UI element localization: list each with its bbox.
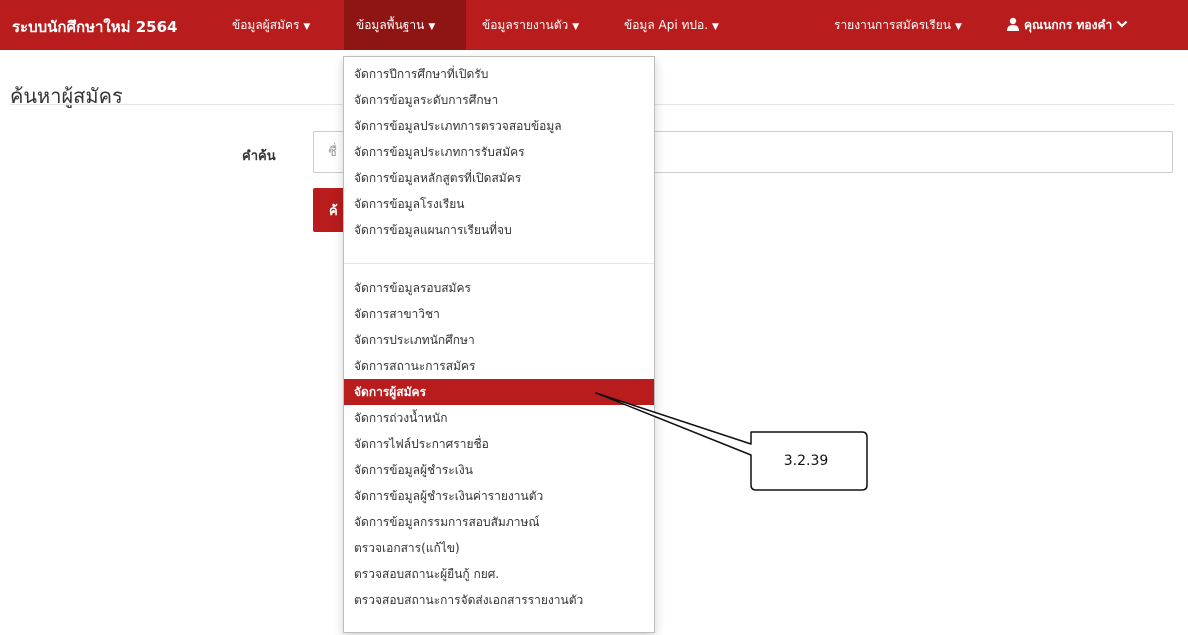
menu-item-payers[interactable]: จัดการข้อมูลผู้ชำระเงิน <box>344 457 654 483</box>
nav-user-menu[interactable]: คุณนกกร ทองคำ <box>1000 0 1134 50</box>
menu-item-manage-applicants[interactable]: จัดการผู้สมัคร <box>344 379 654 405</box>
nav-enrollment-report-label: รายงานการสมัครเรียน <box>834 18 951 32</box>
menu-item-announcement-files[interactable]: จัดการไฟล์ประกาศรายชื่อ <box>344 431 654 457</box>
caret-down-icon: ▼ <box>954 22 962 32</box>
menu-item-student-types[interactable]: จัดการประเภทนักศึกษา <box>344 327 654 353</box>
top-navbar: ระบบนักศึกษาใหม่ 2564 ข้อมูลผู้สมัคร ▼ ข้… <box>0 0 1188 50</box>
menu-item-application-rounds[interactable]: จัดการข้อมูลรอบสมัคร <box>344 275 654 301</box>
menu-item-education-level[interactable]: จัดการข้อมูลระดับการศึกษา <box>344 87 654 113</box>
nav-applicant-info[interactable]: ข้อมูลผู้สมัคร ▼ <box>222 0 320 50</box>
user-icon <box>1007 17 1019 31</box>
nav-api-info[interactable]: ข้อมูล Api ทปอ. ▼ <box>616 0 727 50</box>
menu-item-application-status[interactable]: จัดการสถานะการสมัคร <box>344 353 654 379</box>
menu-item-check-documents[interactable]: ตรวจเอกสาร(แก้ไข) <box>344 535 654 561</box>
nav-enrollment-report[interactable]: รายงานการสมัครเรียน ▼ <box>826 0 970 50</box>
brand-title[interactable]: ระบบนักศึกษาใหม่ 2564 <box>12 15 177 39</box>
menu-item-weighting[interactable]: จัดการถ่วงน้ำหนัก <box>344 405 654 431</box>
menu-item-admission-type[interactable]: จัดการข้อมูลประเภทการรับสมัคร <box>344 139 654 165</box>
menu-item-academic-year[interactable]: จัดการปีการศึกษาที่เปิดรับ <box>344 61 654 87</box>
nav-applicant-info-label: ข้อมูลผู้สมัคร <box>232 18 300 32</box>
caret-down-icon: ▼ <box>712 22 719 32</box>
menu-item-schools[interactable]: จัดการข้อมูลโรงเรียน <box>344 191 654 217</box>
menu-item-loan-status[interactable]: ตรวจสอบสถานะผู้ยืนกู้ กยศ. <box>344 561 654 587</box>
menu-item-interview-committee[interactable]: จัดการข้อมูลกรรมการสอบสัมภาษณ์ <box>344 509 654 535</box>
nav-api-info-label: ข้อมูล Api ทปอ. <box>624 18 709 32</box>
caret-down-icon: ▼ <box>572 22 580 32</box>
chevron-down-icon <box>1116 20 1128 28</box>
nav-basic-info[interactable]: ข้อมูลพื้นฐาน ▼ <box>344 0 466 50</box>
menu-item-document-delivery-status[interactable]: ตรวจสอบสถานะการจัดส่งเอกสารรายงานตัว <box>344 587 654 613</box>
menu-item-report-fee-payers[interactable]: จัดการข้อมูลผู้ชำระเงินค่ารายงานตัว <box>344 483 654 509</box>
search-label: คำค้น <box>242 149 276 164</box>
menu-item-study-plans[interactable]: จัดการข้อมูลแผนการเรียนที่จบ <box>344 217 654 243</box>
page-title: ค้นหาผู้สมัคร <box>10 84 123 108</box>
nav-basic-info-label: ข้อมูลพื้นฐาน <box>356 18 425 32</box>
nav-report-info[interactable]: ข้อมูลรายงานตัว ▼ <box>474 0 587 50</box>
menu-divider <box>344 263 654 264</box>
callout-label: 3.2.39 <box>783 453 829 469</box>
basic-info-dropdown: จัดการปีการศึกษาที่เปิดรับ จัดการข้อมูลร… <box>343 56 655 633</box>
caret-down-icon: ▼ <box>428 22 436 32</box>
menu-item-open-programs[interactable]: จัดการข้อมูลหลักสูตรที่เปิดสมัคร <box>344 165 654 191</box>
user-name: คุณนกกร ทองคำ <box>1024 18 1113 32</box>
menu-item-verification-type[interactable]: จัดการข้อมูลประเภทการตรวจสอบข้อมูล <box>344 113 654 139</box>
menu-item-majors[interactable]: จัดการสาขาวิชา <box>344 301 654 327</box>
caret-down-icon: ▼ <box>303 22 311 32</box>
nav-report-info-label: ข้อมูลรายงานตัว <box>482 18 569 32</box>
